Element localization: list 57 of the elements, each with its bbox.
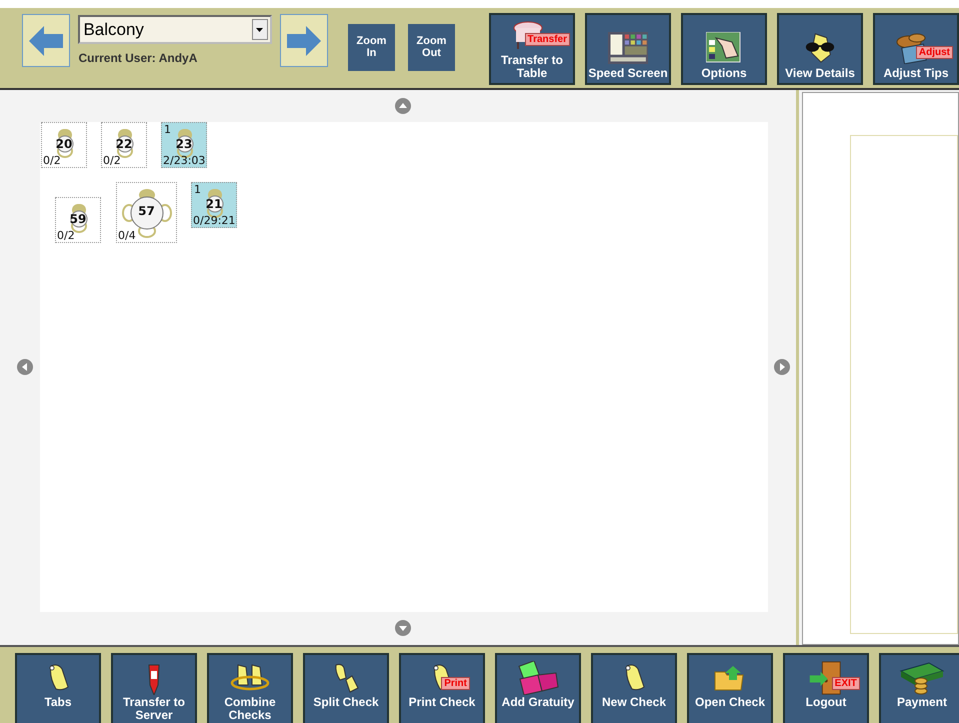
icon-caption: Adjust [916, 46, 953, 59]
toolbar-button[interactable]: Payment [879, 653, 959, 723]
toolbar-button[interactable]: Combine Checks [207, 653, 293, 723]
previous-area-button[interactable] [22, 14, 70, 67]
toolbar-button[interactable]: Tabs [15, 653, 101, 723]
next-area-button[interactable] [280, 14, 328, 67]
money-wallet-icon [516, 661, 560, 695]
table[interactable]: 59 0/2 [55, 197, 101, 243]
toolbar-button[interactable]: Transfer Transfer to Table [489, 13, 575, 85]
table[interactable]: 22 0/2 [101, 122, 147, 168]
table-number: 20 [54, 138, 74, 150]
table-status: 2/23:03 [163, 155, 206, 166]
toolbar-button[interactable]: Open Check [687, 653, 773, 723]
toolbar-button[interactable]: Print Print Check [399, 653, 485, 723]
cash-coins-icon [899, 661, 945, 695]
table-status: 0/2 [103, 155, 121, 166]
current-user-label: Current User: AndyA [78, 51, 198, 65]
table-number: 22 [114, 138, 134, 150]
scroll-right-button[interactable] [773, 358, 791, 376]
toolbar-button[interactable]: Split Check [303, 653, 389, 723]
caret-icon [256, 28, 264, 32]
toolbar-button[interactable]: Speed Screen [585, 13, 671, 85]
zoom-button[interactable]: Zoom Out [408, 24, 455, 71]
table-status: 0/2 [43, 155, 61, 166]
icon-caption: EXIT [832, 677, 860, 690]
table-status: 0/29:21 [193, 215, 236, 226]
zoom-button[interactable]: Zoom In [348, 24, 395, 71]
paper-rope-icon [228, 663, 272, 693]
toolbar-button[interactable]: EXIT Logout [783, 653, 869, 723]
table-status: 0/2 [57, 230, 75, 241]
table[interactable]: 57 0/4 [116, 182, 177, 243]
scroll-left-button[interactable] [16, 358, 34, 376]
table-number: 59 [68, 213, 88, 225]
table-number: 21 [204, 198, 224, 210]
icon-caption: Transfer [524, 32, 570, 46]
right-arrow-icon [286, 26, 321, 56]
grid-screen-icon [608, 32, 648, 64]
table-number: 23 [174, 138, 194, 150]
table[interactable]: 20 0/2 [41, 122, 87, 168]
guest-count: 1 [164, 124, 171, 135]
table[interactable]: 21 1 0/29:21 [191, 182, 237, 228]
toolbar-button[interactable]: Add Gratuity [495, 653, 581, 723]
table[interactable]: 23 1 2/23:03 [161, 122, 207, 168]
guest-count: 1 [194, 184, 201, 195]
table-status: 0/4 [118, 230, 136, 241]
scroll-up-button[interactable] [394, 97, 412, 115]
scroll-down-button[interactable] [394, 619, 412, 637]
area-dropdown[interactable]: Balcony [78, 15, 272, 44]
toolbar-button[interactable]: Transfer to Server [111, 653, 197, 723]
toolbar-button[interactable]: New Check [591, 653, 677, 723]
toolbar-button[interactable]: Adjust Adjust Tips [873, 13, 959, 85]
table-number: 57 [137, 205, 156, 217]
left-arrow-icon [29, 26, 64, 56]
sunglasses-icon [804, 32, 836, 64]
toolbar-button[interactable]: Options [681, 13, 767, 85]
toolbar-button[interactable]: View Details [777, 13, 863, 85]
icon-caption: Print [441, 677, 470, 690]
